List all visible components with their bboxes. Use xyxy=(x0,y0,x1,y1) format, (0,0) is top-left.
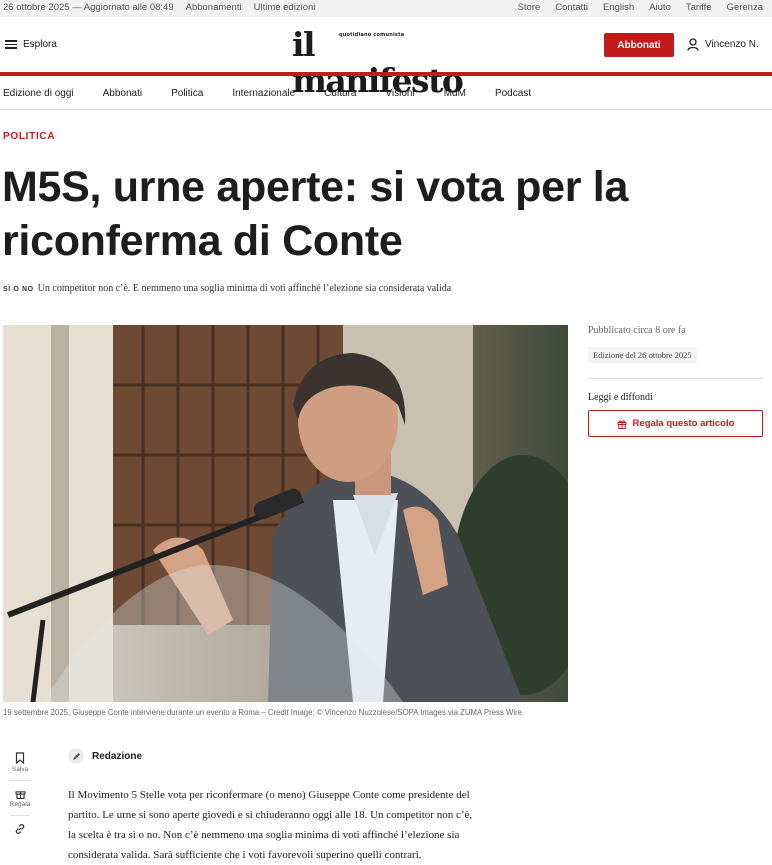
nav-item-politica[interactable]: Politica xyxy=(171,88,203,99)
article-summary: Un competitor non c’è. E nemmeno una sog… xyxy=(37,283,452,294)
link-tariffe[interactable]: Tariffe xyxy=(686,2,712,13)
nav-item-internazionale[interactable]: Internazionale xyxy=(232,88,295,99)
gift-icon xyxy=(15,791,25,799)
sidebar-divider xyxy=(588,378,763,379)
published-time: Pubblicato circa 8 ore fa xyxy=(588,325,686,336)
user-name: Vincenzo N. xyxy=(705,39,759,50)
gift-icon xyxy=(617,419,627,429)
article-photo xyxy=(3,325,568,702)
copy-link-button[interactable] xyxy=(8,823,32,837)
site-header: Esplora il manifesto quotidiano comunist… xyxy=(0,17,772,99)
nav-item-cultura[interactable]: Cultura xyxy=(324,88,356,99)
nav-item-abbonati[interactable]: Abbonati xyxy=(103,88,142,99)
main-navigation: Edizione di oggi Abbonati Politica Inter… xyxy=(0,77,772,110)
bookmark-icon xyxy=(15,752,25,765)
article-tag: SÌ O NO xyxy=(3,286,34,293)
subscribe-button[interactable]: Abbonati xyxy=(604,33,674,57)
author-name: Redazione xyxy=(92,750,143,762)
link-ultime-edizioni[interactable]: Ultime edizioni xyxy=(254,2,316,13)
pen-icon xyxy=(72,752,80,760)
article-section-kicker[interactable]: POLITICA xyxy=(3,131,55,142)
save-label: Salva xyxy=(11,766,29,773)
body-line: la scelta è tra sì o no. Non c’è nemmeno… xyxy=(68,829,460,841)
gift-article-button[interactable]: Regala questo articolo xyxy=(588,410,763,437)
logo-subtitle: quotidiano comunista xyxy=(339,32,405,38)
article-tools: Salva Regala xyxy=(8,752,32,837)
header-divider xyxy=(0,72,772,76)
gift-button-label: Regala questo articolo xyxy=(632,418,735,429)
link-contatti[interactable]: Contatti xyxy=(555,2,588,13)
link-store[interactable]: Store xyxy=(518,2,541,13)
save-button[interactable]: Salva xyxy=(8,752,32,781)
article-body: Il Movimento 5 Stelle vota per riconferm… xyxy=(68,785,506,865)
nav-item-mdm[interactable]: MdM xyxy=(444,88,466,99)
article-sidebar: Pubblicato circa 8 ore fa Edizione del 2… xyxy=(588,325,763,437)
date-updated: 26 ottobre 2025 — Aggiornato alle 08:49 xyxy=(3,2,174,13)
edition-badge[interactable]: Edizione del 26 ottobre 2025 xyxy=(588,347,697,363)
gift-tool-label: Regala xyxy=(9,801,31,808)
user-account[interactable]: Vincenzo N. xyxy=(687,38,759,51)
link-english[interactable]: English xyxy=(603,2,634,13)
nav-item-edizione-di-oggi[interactable]: Edizione di oggi xyxy=(3,88,74,99)
share-heading: Leggi e diffondi xyxy=(588,392,653,403)
hamburger-icon xyxy=(5,40,17,49)
link-abbonamenti[interactable]: Abbonamenti xyxy=(186,2,242,13)
article-subtitle: SÌ O NO Un competitor non c’è. E nemmeno … xyxy=(3,283,451,294)
body-line: considerata valida. Sarà sufficiente che… xyxy=(68,849,422,861)
nav-item-visioni[interactable]: Visioni xyxy=(385,88,414,99)
body-line: Il Movimento 5 Stelle vota per riconferm… xyxy=(68,789,470,801)
explore-label: Esplora xyxy=(23,39,57,50)
link-icon xyxy=(15,824,25,834)
explore-menu-button[interactable]: Esplora xyxy=(5,39,57,50)
user-icon xyxy=(687,38,699,51)
link-gerenza[interactable]: Gerenza xyxy=(727,2,763,13)
photo-caption: 19 settembre 2025, Giuseppe Conte interv… xyxy=(3,708,523,717)
nav-item-podcast[interactable]: Podcast xyxy=(495,88,531,99)
body-line: partito. Le urne si sono aperte giovedì … xyxy=(68,809,473,821)
article-author[interactable]: Redazione xyxy=(68,748,142,764)
top-utility-bar: 26 ottobre 2025 — Aggiornato alle 08:49 … xyxy=(0,0,772,17)
article-title: M5S, urne aperte: si vota per la riconfe… xyxy=(2,163,629,265)
site-logo[interactable]: il manifesto quotidiano comunista xyxy=(292,27,474,99)
link-aiuto[interactable]: Aiuto xyxy=(649,2,671,13)
author-avatar xyxy=(68,748,84,764)
gift-tool-button[interactable]: Regala xyxy=(8,788,32,816)
